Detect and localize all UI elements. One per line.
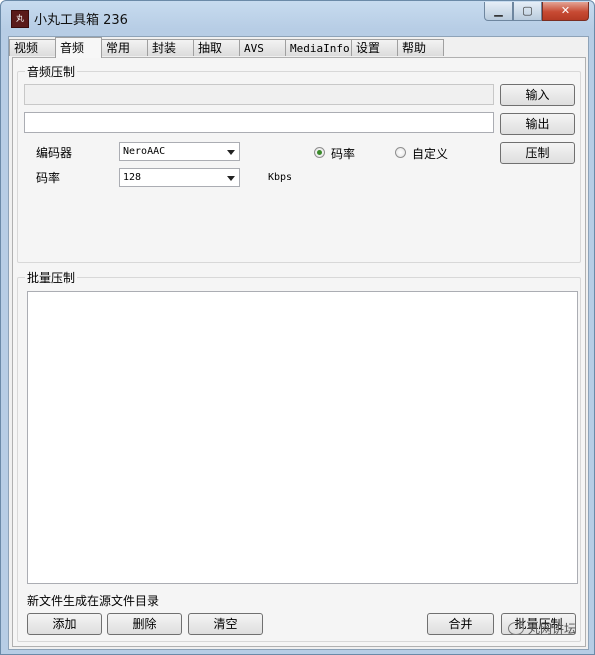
- output-button[interactable]: 输出: [500, 113, 575, 135]
- tab-mediainfo[interactable]: MediaInfo: [285, 39, 352, 56]
- title-bar[interactable]: 丸 小丸工具箱 236 ▁ ▢ ✕: [1, 1, 594, 35]
- radio-custom[interactable]: [395, 147, 406, 158]
- bitrate-select[interactable]: 128: [119, 168, 240, 187]
- app-window: 丸 小丸工具箱 236 ▁ ▢ ✕ 视频 音频 常用 封装 抽取 AVS Med…: [0, 0, 595, 655]
- radio-bitrate[interactable]: [314, 147, 325, 158]
- window-title: 小丸工具箱 236: [34, 13, 128, 28]
- audio-encode-group: 音频压制 输入 输出 编码器 NeroAAC 码率 自定义 压制 码率 128: [17, 63, 581, 263]
- maximize-button[interactable]: ▢: [513, 2, 542, 21]
- batch-file-list[interactable]: [27, 291, 578, 584]
- client-area: 视频 音频 常用 封装 抽取 AVS MediaInfo 设置 帮助 音频压制 …: [8, 36, 589, 650]
- radio-bitrate-label[interactable]: 码率: [331, 145, 355, 162]
- bitrate-unit: Kbps: [268, 172, 293, 183]
- encode-button[interactable]: 压制: [500, 142, 575, 164]
- tab-help[interactable]: 帮助: [397, 39, 444, 56]
- merge-button[interactable]: 合并: [427, 613, 494, 635]
- tab-common[interactable]: 常用: [101, 39, 148, 56]
- delete-button[interactable]: 删除: [107, 613, 182, 635]
- app-icon: 丸: [11, 10, 29, 28]
- tab-avs[interactable]: AVS: [239, 39, 286, 56]
- close-icon: ✕: [560, 4, 571, 17]
- chevron-down-icon: [227, 176, 235, 181]
- add-button[interactable]: 添加: [27, 613, 102, 635]
- audio-panel: 音频压制 输入 输出 编码器 NeroAAC 码率 自定义 压制 码率 128: [12, 57, 586, 647]
- input-path-field[interactable]: [24, 84, 494, 105]
- audio-encode-group-title: 音频压制: [25, 63, 78, 80]
- watermark: 丸网讲坛: [507, 620, 576, 637]
- close-button[interactable]: ✕: [542, 2, 589, 21]
- output-path-field[interactable]: [24, 112, 494, 133]
- encoder-select-value: NeroAAC: [123, 146, 166, 157]
- tab-strip: 视频 音频 常用 封装 抽取 AVS MediaInfo 设置 帮助: [9, 37, 444, 58]
- tab-settings[interactable]: 设置: [351, 39, 398, 56]
- bitrate-label: 码率: [36, 171, 61, 185]
- watermark-text: 丸网讲坛: [527, 622, 576, 636]
- minimize-icon: ▁: [494, 4, 503, 17]
- chevron-down-icon: [227, 150, 235, 155]
- tab-extract[interactable]: 抽取: [193, 39, 240, 56]
- batch-group-title: 批量压制: [25, 269, 78, 286]
- encoder-label: 编码器: [36, 146, 73, 160]
- minimize-button[interactable]: ▁: [484, 2, 513, 21]
- batch-group: 批量压制 新文件生成在源文件目录 添加 删除 清空 合并 批量压制: [17, 269, 581, 642]
- maximize-icon: ▢: [522, 4, 533, 17]
- tab-audio[interactable]: 音频: [55, 37, 102, 58]
- output-location-note: 新文件生成在源文件目录: [27, 594, 160, 608]
- radio-custom-label[interactable]: 自定义: [412, 145, 448, 162]
- encoder-select[interactable]: NeroAAC: [119, 142, 240, 161]
- window-controls: ▁ ▢ ✕: [484, 2, 589, 21]
- wechat-icon: [507, 622, 524, 635]
- tab-mux[interactable]: 封装: [147, 39, 194, 56]
- clear-button[interactable]: 清空: [188, 613, 263, 635]
- tab-video[interactable]: 视频: [9, 39, 56, 56]
- bitrate-select-value: 128: [123, 172, 142, 183]
- input-button[interactable]: 输入: [500, 84, 575, 106]
